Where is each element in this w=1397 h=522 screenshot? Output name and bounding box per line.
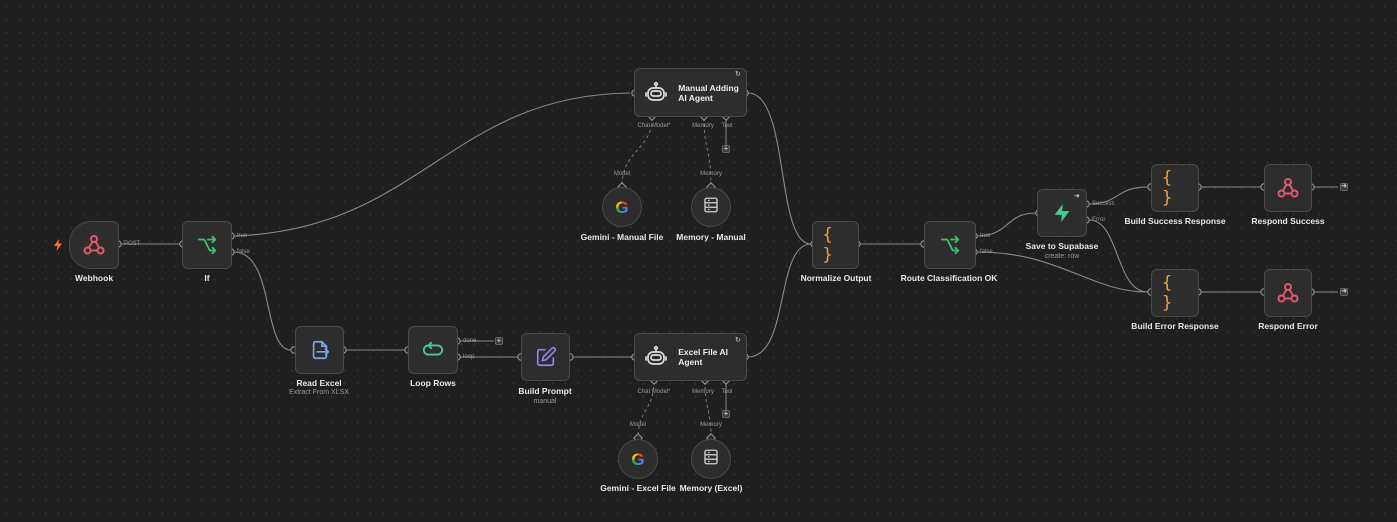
build-success-node[interactable]: { } xyxy=(1151,164,1199,212)
database-icon xyxy=(702,196,720,219)
loop-rows-title: Loop Rows xyxy=(410,378,456,388)
excel-tool-label: Tool xyxy=(721,389,733,395)
read-excel-title: Read Excel xyxy=(296,378,342,388)
respond-error-add-button[interactable]: ➜ xyxy=(1340,288,1348,296)
memory-excel-title: Memory (Excel) xyxy=(679,483,743,493)
memory-manual-title: Memory - Manual xyxy=(676,232,746,242)
manual-tool-add-button[interactable]: + xyxy=(722,145,730,153)
route-false-port-label: false xyxy=(980,249,993,255)
branch-icon xyxy=(937,232,963,258)
gemini-excel-title: Gemini - Excel File xyxy=(600,483,676,493)
manual-chat-model-label: Chat Model* xyxy=(637,123,671,129)
trigger-bolt-icon xyxy=(53,238,63,251)
excel-agent-node[interactable]: Excel File AI Agent xyxy=(634,333,747,381)
database-icon xyxy=(702,448,720,471)
if-true-port-label: true xyxy=(237,233,248,239)
webhook-node[interactable] xyxy=(69,221,119,269)
manual-memory-label: Memory xyxy=(692,123,714,129)
edge-if-false-read-excel xyxy=(233,251,292,351)
error-port-label: Error xyxy=(1092,217,1106,223)
excel-memory-label: Memory xyxy=(692,389,714,395)
supabase-subtitle: create: row xyxy=(1044,253,1080,260)
done-port-label: done xyxy=(463,338,477,344)
edge-excel-agent-normalize xyxy=(747,243,812,358)
manual-tool-label: Tool xyxy=(721,123,733,129)
refresh-icon: ↻ xyxy=(735,71,741,78)
file-export-icon xyxy=(307,337,333,363)
excel-chat-model-label: Chat Model* xyxy=(637,389,671,395)
memory-excel-node[interactable] xyxy=(691,439,731,479)
google-icon: G xyxy=(631,449,645,469)
build-error-node[interactable]: { } xyxy=(1151,269,1199,317)
respond-error-title: Respond Error xyxy=(1258,321,1318,331)
read-excel-subtitle: Extract From XLSX xyxy=(289,389,349,396)
if-title: If xyxy=(204,273,210,283)
gemini-excel-node[interactable]: G xyxy=(618,439,658,479)
loop-icon xyxy=(420,337,446,363)
supabase-title: Save to Supabase xyxy=(1025,241,1099,251)
braces-icon: { } xyxy=(822,225,833,265)
manual-agent-title: Manual Adding AI Agent xyxy=(678,82,739,103)
build-error-title: Build Error Response xyxy=(1131,321,1219,331)
webhook-icon xyxy=(1275,175,1301,201)
read-excel-node[interactable] xyxy=(295,326,344,374)
refresh-icon: ↻ xyxy=(735,337,741,344)
edit-icon xyxy=(533,344,559,370)
excel-model-label: Model xyxy=(629,422,647,428)
webhook-icon xyxy=(1275,280,1301,306)
supabase-icon xyxy=(1049,200,1075,226)
manual-agent-node[interactable]: Manual Adding AI Agent xyxy=(634,68,747,117)
robot-icon xyxy=(643,344,668,370)
normalize-node[interactable]: { } xyxy=(812,221,859,269)
webhook-title: Webhook xyxy=(74,273,114,283)
if-false-port-label: false xyxy=(237,249,250,255)
braces-icon: { } xyxy=(1162,168,1173,208)
edge-manual-agent-normalize xyxy=(747,92,812,245)
braces-icon: { } xyxy=(1162,273,1173,313)
done-add-button[interactable]: + xyxy=(495,337,503,345)
manual-memory-sub-label: Memory xyxy=(700,171,722,177)
route-true-port-label: true xyxy=(980,233,991,239)
if-node[interactable] xyxy=(182,221,232,269)
respond-success-node[interactable] xyxy=(1264,164,1312,212)
manual-model-label: Model xyxy=(613,171,631,177)
edge-if-true-manual-agent xyxy=(233,92,631,237)
webhook-icon xyxy=(81,232,107,258)
gemini-manual-title: Gemini - Manual File xyxy=(580,232,664,242)
excel-tool-add-button[interactable]: + xyxy=(722,410,730,418)
branch-icon xyxy=(194,232,220,258)
robot-icon xyxy=(643,80,668,106)
post-port-label: POST xyxy=(124,241,141,247)
route-title: Route Classification OK xyxy=(900,273,998,283)
gemini-manual-node[interactable]: G xyxy=(602,187,642,227)
edge-supabase-error xyxy=(1088,219,1149,293)
normalize-title: Normalize Output xyxy=(800,273,872,283)
excel-memory-sub-label: Memory xyxy=(700,422,722,428)
build-prompt-title: Build Prompt xyxy=(518,386,572,396)
respond-success-title: Respond Success xyxy=(1251,216,1325,226)
google-icon: G xyxy=(615,197,629,217)
memory-manual-node[interactable] xyxy=(691,187,731,227)
loop-rows-node[interactable] xyxy=(408,326,458,374)
build-success-title: Build Success Response xyxy=(1124,216,1226,226)
success-port-label: Success xyxy=(1092,201,1115,207)
loop-port-label: loop xyxy=(463,354,475,360)
excel-agent-title: Excel File AI Agent xyxy=(678,347,728,367)
respond-error-node[interactable] xyxy=(1264,269,1312,317)
build-prompt-subtitle: manual xyxy=(533,398,557,405)
build-prompt-node[interactable] xyxy=(521,333,570,381)
arrow-right-icon: ➜ xyxy=(1074,193,1080,200)
route-node[interactable] xyxy=(924,221,976,269)
respond-success-add-button[interactable]: ➜ xyxy=(1340,183,1348,191)
